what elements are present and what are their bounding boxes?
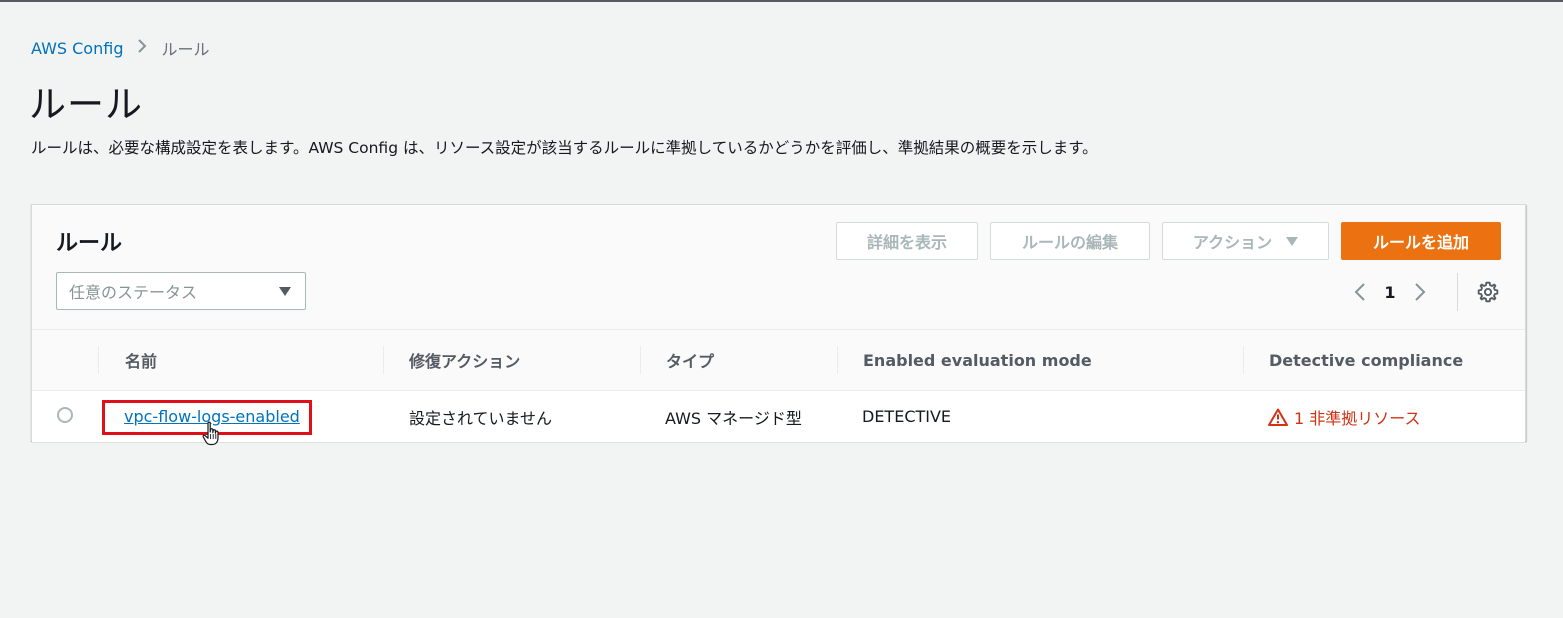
edit-rule-button[interactable]: ルールの編集: [990, 222, 1150, 260]
page-description: ルールは、必要な構成設定を表します。AWS Config は、リソース設定が該当…: [31, 139, 1098, 157]
evaluation-mode-cell: DETECTIVE: [862, 407, 952, 426]
preferences-button[interactable]: [1472, 277, 1504, 307]
column-header-type[interactable]: タイプ: [666, 330, 714, 390]
pagination-divider: [1457, 273, 1458, 311]
rules-panel: ルール 任意のステータス 詳細を表示 ルールの編集 アクション ルールを追加 1: [31, 204, 1526, 446]
rules-panel-title: ルール: [56, 231, 123, 256]
chevron-left-icon: [1354, 283, 1365, 301]
current-page-number[interactable]: 1: [1378, 283, 1402, 302]
actions-button-label: アクション: [1192, 233, 1273, 252]
gear-icon: [1477, 281, 1499, 303]
chevron-right-icon: [137, 38, 147, 58]
column-header-evaluation-mode[interactable]: Enabled evaluation mode: [863, 330, 1092, 390]
type-cell: AWS マネージド型: [665, 408, 802, 428]
chevron-right-icon: [1415, 283, 1426, 301]
actions-dropdown-button[interactable]: アクション: [1162, 222, 1329, 260]
breadcrumb: AWS Config ルール: [31, 36, 209, 60]
breadcrumb-aws-config-link[interactable]: AWS Config: [31, 39, 123, 58]
noncompliant-resources-link[interactable]: 1 非準拠リソース: [1268, 405, 1420, 429]
column-divider: [1243, 346, 1244, 374]
column-header-name[interactable]: 名前: [125, 330, 157, 390]
breadcrumb-current: ルール: [161, 40, 210, 59]
page-title: ルール: [29, 83, 143, 126]
status-filter-select[interactable]: 任意のステータス: [56, 272, 306, 310]
warning-icon: [1268, 408, 1288, 426]
previous-page-button[interactable]: [1342, 277, 1378, 307]
column-header-remediation[interactable]: 修復アクション: [409, 330, 520, 390]
column-divider: [383, 346, 384, 374]
caret-down-icon: [1286, 236, 1299, 246]
add-rule-button[interactable]: ルールを追加: [1341, 222, 1501, 260]
column-header-compliance[interactable]: Detective compliance: [1269, 330, 1463, 390]
noncompliant-resources-label: 1 非準拠リソース: [1294, 408, 1421, 428]
column-divider: [640, 346, 641, 374]
pagination: 1: [1342, 277, 1438, 307]
column-divider: [837, 346, 838, 374]
rule-name-link[interactable]: vpc-flow-logs-enabled: [124, 407, 300, 426]
row-select-radio[interactable]: [57, 407, 73, 423]
caret-down-icon: [279, 286, 291, 296]
table-header: 名前 修復アクション タイプ Enabled evaluation mode D…: [32, 330, 1525, 391]
status-filter-placeholder: 任意のステータス: [69, 283, 198, 302]
next-page-button[interactable]: [1402, 277, 1438, 307]
table-row[interactable]: vpc-flow-logs-enabled 設定されていません AWS マネージ…: [32, 391, 1525, 446]
rule-name-cell: vpc-flow-logs-enabled: [124, 391, 300, 442]
compliance-cell: 1 非準拠リソース: [1268, 391, 1420, 442]
rules-panel-header: ルール 任意のステータス 詳細を表示 ルールの編集 アクション ルールを追加 1: [32, 205, 1525, 330]
remediation-cell: 設定されていません: [409, 408, 553, 428]
view-details-button[interactable]: 詳細を表示: [836, 222, 978, 260]
column-divider: [98, 346, 99, 374]
